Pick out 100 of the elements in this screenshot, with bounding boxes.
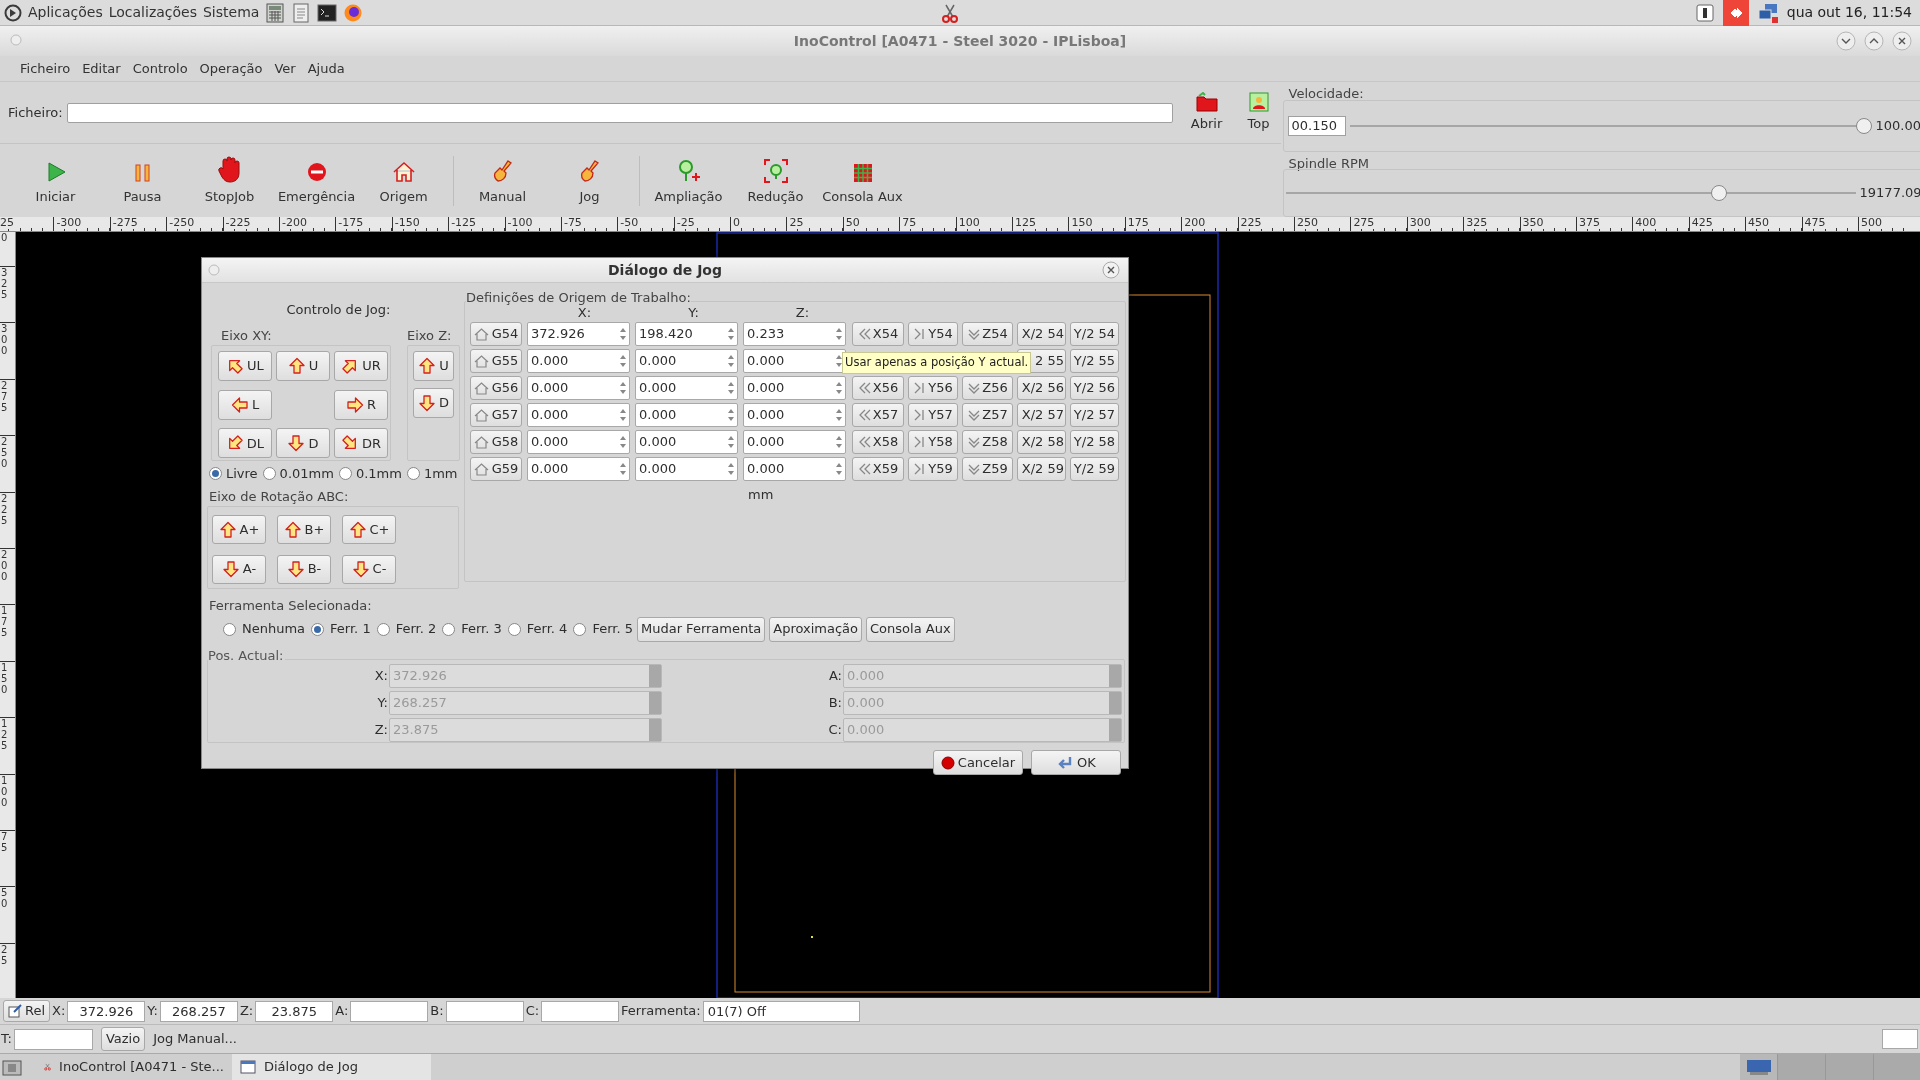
t-field[interactable]	[13, 1028, 93, 1050]
set-origin-button[interactable]: Y59	[908, 457, 958, 481]
toolbar-button[interactable]: Origem	[360, 154, 447, 207]
spin-field[interactable]: 0.000	[635, 457, 738, 481]
set-origin-button[interactable]: X/2 54	[1017, 322, 1066, 346]
spin-field[interactable]: 0.233	[743, 322, 846, 346]
spin-field[interactable]: 0.000	[527, 457, 630, 481]
radio-button[interactable]	[406, 467, 420, 481]
radio-button[interactable]	[573, 622, 587, 636]
spin-field[interactable]: 0.000	[635, 430, 738, 454]
spin-field[interactable]: 0.000	[635, 403, 738, 427]
slider-thumb[interactable]	[1710, 185, 1727, 201]
file-path-field[interactable]	[66, 102, 1173, 123]
set-origin-button[interactable]: Z54	[962, 322, 1013, 346]
set-origin-button[interactable]: X/2 56	[1017, 376, 1066, 400]
origin-button[interactable]: G58	[470, 430, 522, 454]
set-origin-button[interactable]: Z59	[962, 457, 1013, 481]
spin-field[interactable]: 0.000	[743, 457, 846, 481]
network-icon[interactable]	[1756, 1, 1779, 24]
direction-button[interactable]: DR	[334, 428, 388, 459]
clock[interactable]: qua out 16, 11:54	[1786, 2, 1916, 23]
rotation-button[interactable]: A+	[212, 515, 266, 544]
direction-button[interactable]: UR	[334, 351, 388, 381]
set-origin-button[interactable]: X59	[852, 457, 904, 481]
radio-button[interactable]	[338, 467, 352, 481]
toolbar-button[interactable]: StopJob	[186, 154, 273, 207]
menu-item[interactable]: Ajuda	[301, 58, 351, 79]
spin-field[interactable]: 0.000	[743, 376, 846, 400]
set-origin-button[interactable]: Y54	[908, 322, 958, 346]
direction-button[interactable]: D	[413, 388, 454, 418]
spin-field[interactable]: 0.000	[743, 349, 846, 373]
maximize-button[interactable]	[1864, 31, 1884, 51]
rotation-button[interactable]: C+	[342, 515, 396, 544]
set-origin-button[interactable]: Z56	[962, 376, 1013, 400]
top-button[interactable]: Top	[1236, 91, 1281, 134]
empty-button[interactable]: Vazio	[100, 1027, 146, 1051]
radio-button[interactable]	[209, 467, 222, 481]
radio-button[interactable]	[376, 622, 390, 636]
coordinate-field[interactable]: 268.257	[159, 1000, 238, 1022]
spin-field[interactable]: 198.420	[635, 322, 738, 346]
set-origin-button[interactable]: X/2 57	[1017, 403, 1066, 427]
tool-action-button[interactable]: Aproximação	[769, 616, 863, 642]
direction-button[interactable]: UL	[218, 351, 272, 381]
panel-menu[interactable]: Aplicações	[28, 2, 103, 23]
direction-button[interactable]: U	[413, 351, 454, 381]
set-origin-button[interactable]: X57	[852, 403, 904, 427]
spin-field[interactable]: 0.000	[635, 349, 738, 373]
set-origin-button[interactable]: X/2 59	[1017, 457, 1066, 481]
close-button[interactable]	[1892, 31, 1912, 51]
workspace-button[interactable]	[1740, 1054, 1778, 1080]
direction-button[interactable]: L	[218, 389, 272, 420]
direction-button[interactable]: D	[276, 428, 330, 459]
toolbar-button[interactable]: Redução	[732, 154, 819, 207]
speed-field[interactable]: 00.150	[1287, 115, 1346, 136]
direction-button[interactable]: DL	[218, 428, 272, 459]
taskbar-item[interactable]: Diálogo de Jog	[232, 1054, 431, 1080]
origin-button[interactable]: G57	[470, 403, 522, 427]
app-menu-icon[interactable]	[4, 3, 22, 22]
spin-field[interactable]: 0.000	[743, 430, 846, 454]
radio-button[interactable]	[507, 622, 521, 636]
toolbar-button[interactable]: Ampliação	[645, 154, 732, 207]
terminal-icon[interactable]	[317, 2, 338, 23]
rotation-button[interactable]: C-	[342, 554, 396, 584]
rotation-button[interactable]: A-	[212, 554, 266, 584]
radio-button[interactable]	[223, 622, 236, 636]
rotation-button[interactable]: B-	[277, 554, 331, 584]
cancel-button[interactable]: Cancelar	[933, 750, 1023, 775]
close-button[interactable]	[1102, 261, 1120, 279]
set-origin-button[interactable]: Y/2 58	[1070, 430, 1119, 454]
rotation-button[interactable]: B+	[277, 515, 331, 544]
tool-action-button[interactable]: Consola Aux	[866, 616, 955, 642]
rel-button[interactable]: Rel	[3, 1000, 51, 1022]
minimize-button[interactable]	[1836, 31, 1856, 51]
radio-button[interactable]	[262, 467, 276, 481]
set-origin-button[interactable]: Y/2 55	[1070, 349, 1119, 373]
menu-item[interactable]: Operação	[193, 58, 269, 79]
set-origin-button[interactable]: Y/2 54	[1070, 322, 1119, 346]
set-origin-button[interactable]: Z57	[962, 403, 1013, 427]
toolbar-button[interactable]: Iniciar	[12, 154, 99, 207]
set-origin-button[interactable]: X/2 58	[1017, 430, 1066, 454]
taskbar-item[interactable]: InoControl [A0471 - Ste...	[36, 1054, 232, 1080]
radio-button[interactable]	[311, 622, 325, 636]
show-desktop-icon[interactable]	[2, 1058, 22, 1076]
set-origin-button[interactable]: Y/2 57	[1070, 403, 1119, 427]
menu-item[interactable]: Editar	[76, 58, 127, 79]
spin-field[interactable]: 0.000	[527, 349, 630, 373]
radio-button[interactable]	[442, 622, 456, 636]
browser-icon[interactable]	[343, 2, 364, 23]
calculator-icon[interactable]	[265, 2, 286, 23]
slider-thumb[interactable]	[1856, 117, 1873, 134]
toolbar-button[interactable]: Manual	[459, 154, 546, 207]
scissors-icon[interactable]	[940, 3, 960, 23]
set-origin-button[interactable]: Y/2 59	[1070, 457, 1119, 481]
spindle-slider[interactable]	[1285, 185, 1856, 201]
origin-button[interactable]: G59	[470, 457, 522, 481]
menu-item[interactable]: Controlo	[126, 58, 194, 79]
direction-button[interactable]: R	[334, 389, 388, 420]
coordinate-field[interactable]	[350, 1000, 429, 1022]
origin-button[interactable]: G56	[470, 376, 522, 400]
open-button[interactable]: Abrir	[1184, 91, 1229, 134]
